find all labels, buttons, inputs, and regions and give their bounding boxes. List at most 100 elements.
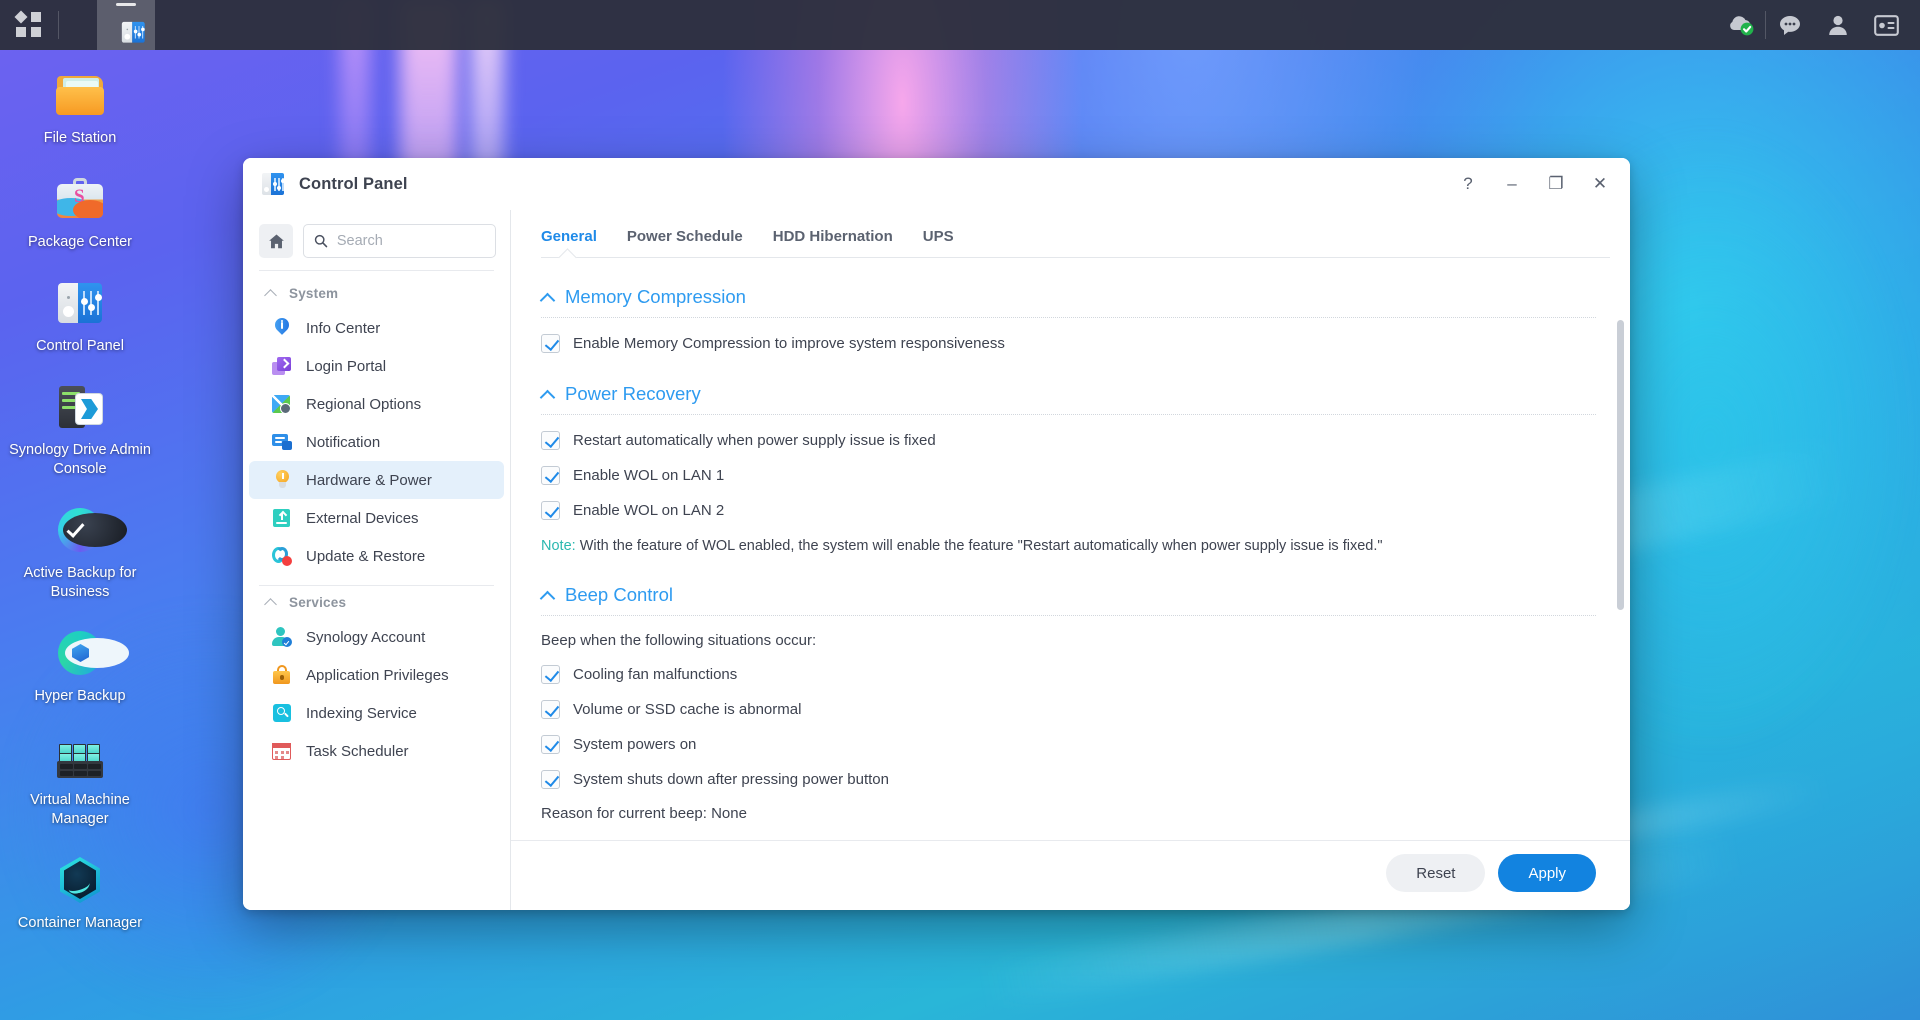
checkbox-row[interactable]: Cooling fan malfunctions <box>541 665 1596 684</box>
desktop-icon-label: File Station <box>43 130 117 146</box>
desktop-icon-label: Hyper Backup <box>34 688 126 704</box>
desktop-icon-package-center[interactable]: S Package Center <box>0 162 160 252</box>
checkbox-system-shuts-down[interactable] <box>541 770 560 789</box>
section-title: Memory Compression <box>565 286 746 307</box>
checkbox-label: System powers on <box>573 736 697 753</box>
checkbox-enable-wol-lan1[interactable] <box>541 466 560 485</box>
maximize-button[interactable]: ❐ <box>1536 164 1576 204</box>
desktop-icon-vmm[interactable]: Virtual Machine Manager <box>0 720 160 829</box>
checkbox-row[interactable]: System shuts down after pressing power b… <box>541 770 1596 789</box>
home-button[interactable] <box>259 224 293 258</box>
close-button[interactable]: ✕ <box>1580 164 1620 204</box>
person-icon <box>1829 15 1847 35</box>
sidebar-item-external-devices[interactable]: External Devices <box>249 499 504 537</box>
section-divider <box>541 615 1596 616</box>
checkbox-row[interactable]: Enable Memory Compression to improve sys… <box>541 334 1596 353</box>
window-title: Control Panel <box>299 174 408 193</box>
settings-scroll-area[interactable]: Memory Compression Enable Memory Compres… <box>511 258 1630 840</box>
update-restore-icon <box>271 545 293 567</box>
note-body: With the feature of WOL enabled, the sys… <box>575 538 1383 554</box>
help-button[interactable]: ? <box>1448 164 1488 204</box>
chevron-up-icon <box>265 597 276 608</box>
checkbox-row[interactable]: Restart automatically when power supply … <box>541 431 1596 450</box>
cloud-status-button[interactable] <box>1717 0 1765 50</box>
search-icon <box>314 234 328 248</box>
checkbox-enable-wol-lan2[interactable] <box>541 501 560 520</box>
sidebar-group-label: System <box>289 286 339 301</box>
grid-icon <box>14 10 42 38</box>
control-panel-sidebar: System Info Center Login Portal Regional… <box>243 210 511 910</box>
checkbox-row[interactable]: System powers on <box>541 735 1596 754</box>
checkbox-row[interactable]: Enable WOL on LAN 1 <box>541 466 1596 485</box>
taskbar <box>0 0 1920 50</box>
app-menu-button[interactable] <box>0 0 58 50</box>
sidebar-item-task-scheduler[interactable]: Task Scheduler <box>249 732 504 770</box>
checkbox-row[interactable]: Volume or SSD cache is abnormal <box>541 700 1596 719</box>
checkbox-volume-ssd-abnormal[interactable] <box>541 700 560 719</box>
sidebar-item-info-center[interactable]: Info Center <box>249 309 504 347</box>
desktop-icon-synology-drive[interactable]: Synology Drive Admin Console <box>0 370 160 479</box>
tab-ups[interactable]: UPS <box>923 228 954 257</box>
reset-button[interactable]: Reset <box>1386 854 1486 892</box>
sidebar-item-login-portal[interactable]: Login Portal <box>249 347 504 385</box>
notifications-button[interactable] <box>1766 0 1814 50</box>
checkbox-restart-automatically[interactable] <box>541 431 560 450</box>
chevron-up-icon <box>541 589 554 602</box>
chevron-up-icon <box>265 288 276 299</box>
section-divider <box>541 317 1596 318</box>
sidebar-group-system[interactable]: System <box>243 277 510 309</box>
checkbox-cooling-fan-malfunctions[interactable] <box>541 665 560 684</box>
chevron-up-icon <box>541 291 554 304</box>
sidebar-item-hardware-power[interactable]: Hardware & Power <box>249 461 504 499</box>
note-label: Note: <box>541 538 576 554</box>
taskbar-control-panel-button[interactable] <box>97 0 155 50</box>
login-portal-icon <box>271 355 293 377</box>
desktop-icon-active-backup[interactable]: Active Backup for Business <box>0 493 160 602</box>
sidebar-group-services[interactable]: Services <box>243 586 510 618</box>
window-titlebar[interactable]: Control Panel ? – ❐ ✕ <box>243 158 1630 210</box>
sidebar-item-application-privileges[interactable]: Application Privileges <box>249 656 504 694</box>
section-header-memory-compression[interactable]: Memory Compression <box>541 286 1596 308</box>
section-header-beep-control[interactable]: Beep Control <box>541 584 1596 606</box>
minimize-button[interactable]: – <box>1492 164 1532 204</box>
search-input[interactable] <box>336 233 485 249</box>
section-header-power-recovery[interactable]: Power Recovery <box>541 383 1596 405</box>
sidebar-group-label: Services <box>289 595 347 610</box>
checkbox-system-powers-on[interactable] <box>541 735 560 754</box>
sidebar-item-synology-account[interactable]: Synology Account <box>249 618 504 656</box>
checkbox-row[interactable]: Enable WOL on LAN 2 <box>541 501 1596 520</box>
taskbar-left <box>0 0 155 50</box>
tab-hdd-hibernation[interactable]: HDD Hibernation <box>773 228 893 257</box>
sidebar-item-regional-options[interactable]: Regional Options <box>249 385 504 423</box>
beep-intro-text: Beep when the following situations occur… <box>541 632 817 649</box>
desktop-icon-label: Active Backup for Business <box>23 565 137 600</box>
desktop-icon-container-manager[interactable]: Container Manager <box>0 843 160 933</box>
widgets-button[interactable] <box>1862 0 1910 50</box>
home-icon <box>268 234 284 248</box>
tab-power-schedule[interactable]: Power Schedule <box>627 228 743 257</box>
container-manager-icon <box>53 853 107 907</box>
desktop-icon-label: Package Center <box>28 234 132 250</box>
section-divider <box>541 414 1596 415</box>
sidebar-item-notification[interactable]: Notification <box>249 423 504 461</box>
indexing-service-icon <box>271 702 293 724</box>
user-account-button[interactable] <box>1814 0 1862 50</box>
content-scrollbar[interactable] <box>1617 320 1624 610</box>
checkbox-label: Restart automatically when power supply … <box>573 432 936 449</box>
sidebar-item-update-restore[interactable]: Update & Restore <box>249 537 504 575</box>
search-box[interactable] <box>303 224 496 258</box>
application-privileges-icon <box>271 664 293 686</box>
sidebar-item-indexing-service[interactable]: Indexing Service <box>249 694 504 732</box>
desktop-icon-control-panel[interactable]: Control Panel <box>0 266 160 356</box>
desktop-icon-label: Virtual Machine Manager <box>30 792 130 827</box>
apply-button[interactable]: Apply <box>1498 854 1596 892</box>
desktop-icon-file-station[interactable]: File Station <box>0 58 160 148</box>
sidebar-item-label: Info Center <box>306 319 381 337</box>
chevron-up-icon <box>541 388 554 401</box>
control-panel-icon <box>119 18 145 43</box>
task-scheduler-icon <box>271 740 293 762</box>
desktop-icon-hyper-backup[interactable]: Hyper Backup <box>0 616 160 706</box>
sidebar-item-label: Indexing Service <box>306 704 417 722</box>
checkbox-label: Volume or SSD cache is abnormal <box>573 701 802 718</box>
checkbox-enable-memory-compression[interactable] <box>541 334 560 353</box>
